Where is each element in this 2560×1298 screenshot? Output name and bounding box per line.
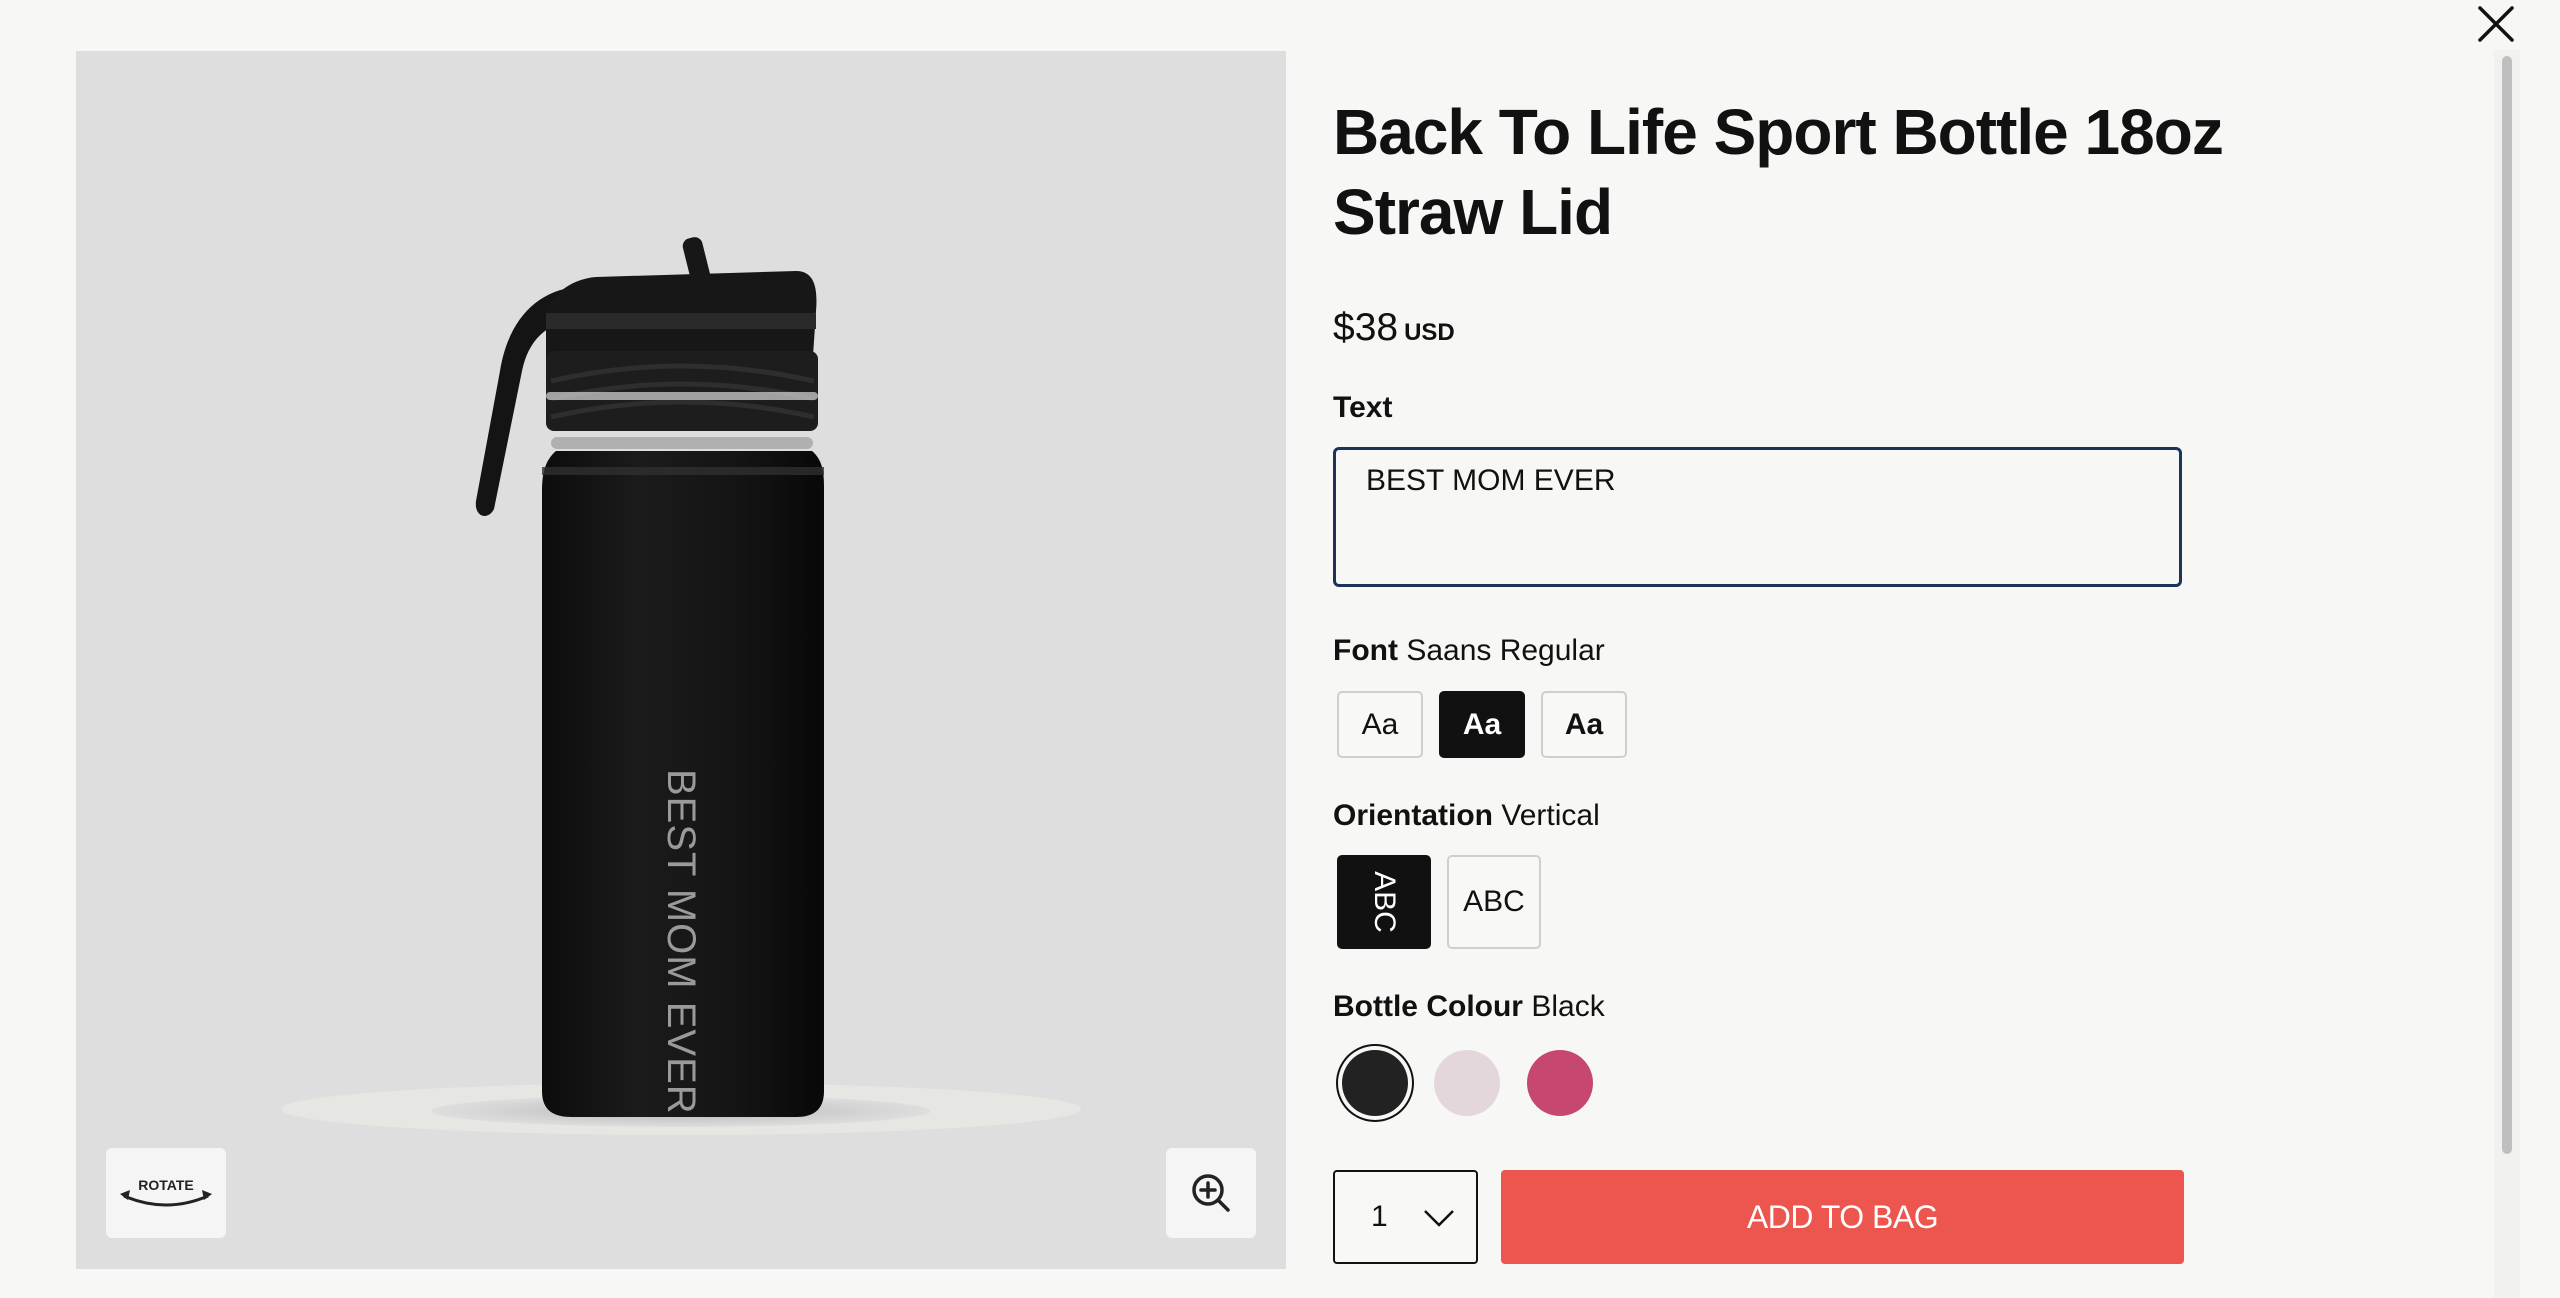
zoom-in-icon [1192, 1174, 1230, 1212]
orientation-option-label: ABC [1368, 871, 1401, 933]
orientation-option-vertical[interactable]: ABC [1337, 855, 1431, 949]
font-selected-value: Saans Regular [1406, 634, 1605, 667]
colour-swatch-black[interactable] [1342, 1050, 1408, 1116]
svg-text:ROTATE: ROTATE [138, 1177, 193, 1193]
bottle-colour-label-key: Bottle Colour [1333, 990, 1523, 1023]
font-option-bold[interactable]: Aa [1439, 691, 1525, 758]
bottle-image: BEST MOM EVER [281, 237, 1081, 1135]
scrollbar-thumb[interactable] [2502, 56, 2512, 1154]
colour-swatch-raspberry[interactable] [1527, 1050, 1593, 1116]
orientation-option-horizontal[interactable]: ABC [1447, 855, 1541, 949]
chevron-down-icon [1424, 1210, 1454, 1227]
font-label-key: Font [1333, 634, 1398, 667]
font-option-regular[interactable]: Aa [1337, 691, 1423, 758]
price-currency: USD [1404, 319, 1455, 346]
colour-swatch-pink[interactable] [1434, 1050, 1500, 1116]
quantity-select[interactable]: 1 [1333, 1170, 1478, 1264]
bottle-colour-label: Bottle Colour Black [1333, 990, 1605, 1024]
quantity-value: 1 [1371, 1200, 1388, 1233]
bottle-engraving-text: BEST MOM EVER [659, 769, 703, 1115]
close-icon[interactable] [2474, 2, 2518, 46]
orientation-option-label: ABC [1463, 885, 1525, 918]
bottle-colour-selected-value: Black [1531, 990, 1605, 1023]
orientation-label-key: Orientation [1333, 799, 1494, 832]
engraving-text-input[interactable]: BEST MOM EVER [1333, 447, 2182, 587]
product-price: $38 USD [1333, 306, 1455, 350]
font-option-label: Aa [1462, 707, 1502, 741]
add-to-bag-button[interactable]: ADD TO BAG [1501, 1170, 2184, 1264]
font-option-heavy[interactable]: Aa [1541, 691, 1627, 758]
font-option-label: Aa [1361, 707, 1399, 741]
font-option-label: Aa [1564, 707, 1604, 741]
product-title: Back To Life Sport Bottle 18oz Straw Lid [1333, 96, 2224, 248]
rotate-button[interactable]: ROTATE [106, 1148, 226, 1238]
price-amount: $38 [1333, 306, 1399, 349]
orientation-selected-value: Vertical [1501, 799, 1600, 832]
product-3d-viewer[interactable]: BEST MOM EVER ROTATE [76, 51, 1286, 1269]
zoom-in-button[interactable] [1166, 1148, 1256, 1238]
font-label: Font Saans Regular [1333, 634, 1605, 668]
rotate-icon: ROTATE [120, 1177, 212, 1207]
text-label: Text [1333, 391, 1393, 424]
scrollbar[interactable] [2494, 50, 2520, 1298]
orientation-label: Orientation Vertical [1333, 799, 1600, 833]
